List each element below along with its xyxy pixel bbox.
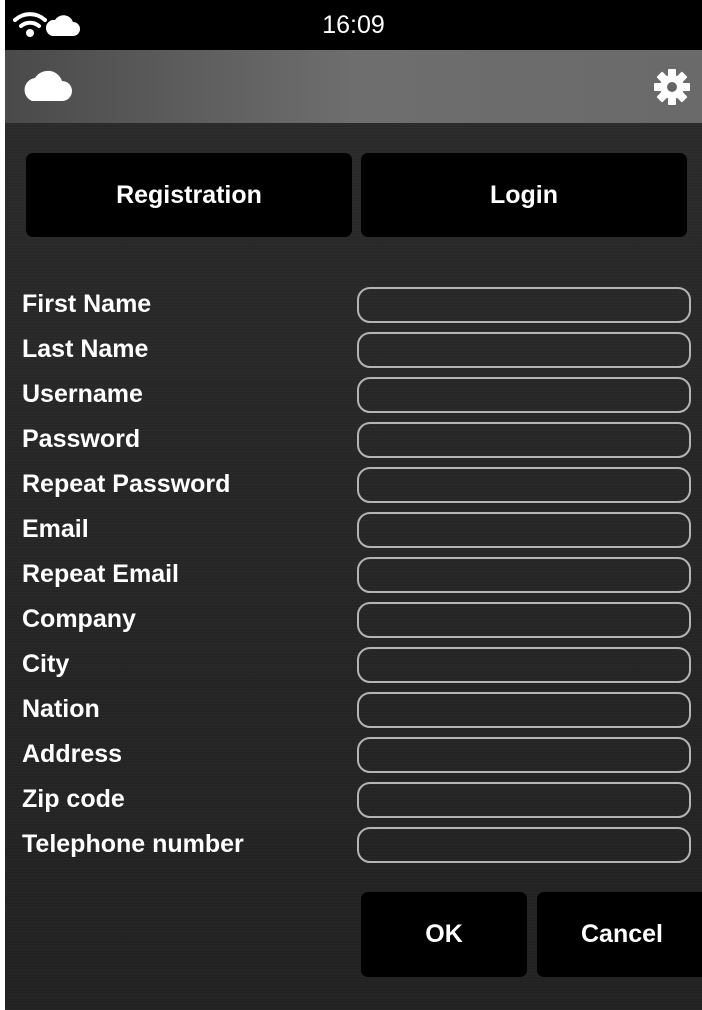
email-input[interactable] bbox=[357, 512, 691, 548]
form-row-first-name: First Name bbox=[5, 286, 702, 331]
nation-label: Nation bbox=[22, 695, 100, 723]
username-label: Username bbox=[22, 380, 143, 408]
company-label: Company bbox=[22, 605, 136, 633]
password-label: Password bbox=[22, 425, 141, 453]
company-input[interactable] bbox=[357, 602, 691, 638]
form-row-city: City bbox=[5, 646, 702, 691]
first-name-label: First Name bbox=[22, 290, 152, 318]
ok-button-label: OK bbox=[425, 920, 463, 948]
email-label: Email bbox=[22, 515, 89, 543]
tab-registration[interactable]: Registration bbox=[26, 153, 352, 237]
password-input[interactable] bbox=[357, 422, 691, 458]
form-row-nation: Nation bbox=[5, 691, 702, 736]
telephone-number-input[interactable] bbox=[357, 827, 691, 863]
last-name-label: Last Name bbox=[22, 335, 149, 363]
form-row-repeat-password: Repeat Password bbox=[5, 466, 702, 511]
form-row-last-name: Last Name bbox=[5, 331, 702, 376]
cancel-button-label: Cancel bbox=[581, 920, 663, 948]
status-time: 16:09 bbox=[322, 11, 385, 39]
form-row-password: Password bbox=[5, 421, 702, 466]
form-row-username: Username bbox=[5, 376, 702, 421]
zip-code-label: Zip code bbox=[22, 785, 125, 813]
address-label: Address bbox=[22, 740, 123, 768]
telephone-number-label: Telephone number bbox=[22, 830, 244, 858]
city-label: City bbox=[22, 650, 70, 678]
form-row-email: Email bbox=[5, 511, 702, 556]
tab-registration-label: Registration bbox=[116, 180, 262, 209]
form-row-repeat-email: Repeat Email bbox=[5, 556, 702, 601]
form-row-telephone-number: Telephone number bbox=[5, 826, 702, 871]
first-name-input[interactable] bbox=[357, 287, 691, 323]
cancel-button[interactable]: Cancel bbox=[537, 892, 702, 977]
form-row-address: Address bbox=[5, 736, 702, 781]
form-row-zip-code: Zip code bbox=[5, 781, 702, 826]
nation-input[interactable] bbox=[357, 692, 691, 728]
zip-code-input[interactable] bbox=[357, 782, 691, 818]
repeat-email-input[interactable] bbox=[357, 557, 691, 593]
repeat-password-input[interactable] bbox=[357, 467, 691, 503]
cloud-icon bbox=[24, 70, 72, 101]
tab-login[interactable]: Login bbox=[361, 153, 687, 237]
status-bar: 16:09 bbox=[5, 0, 702, 50]
repeat-email-label: Repeat Email bbox=[22, 560, 180, 588]
ok-button[interactable]: OK bbox=[361, 892, 527, 977]
last-name-input[interactable] bbox=[357, 332, 691, 368]
tab-login-label: Login bbox=[489, 180, 559, 209]
address-input[interactable] bbox=[357, 737, 691, 773]
app-screen: 16:09 Registration Login First Name Last… bbox=[5, 0, 702, 1010]
app-bar bbox=[5, 50, 702, 123]
gear-icon[interactable] bbox=[653, 68, 691, 106]
username-input[interactable] bbox=[357, 377, 691, 413]
form-row-company: Company bbox=[5, 601, 702, 646]
city-input[interactable] bbox=[357, 647, 691, 683]
repeat-password-label: Repeat Password bbox=[22, 470, 231, 498]
